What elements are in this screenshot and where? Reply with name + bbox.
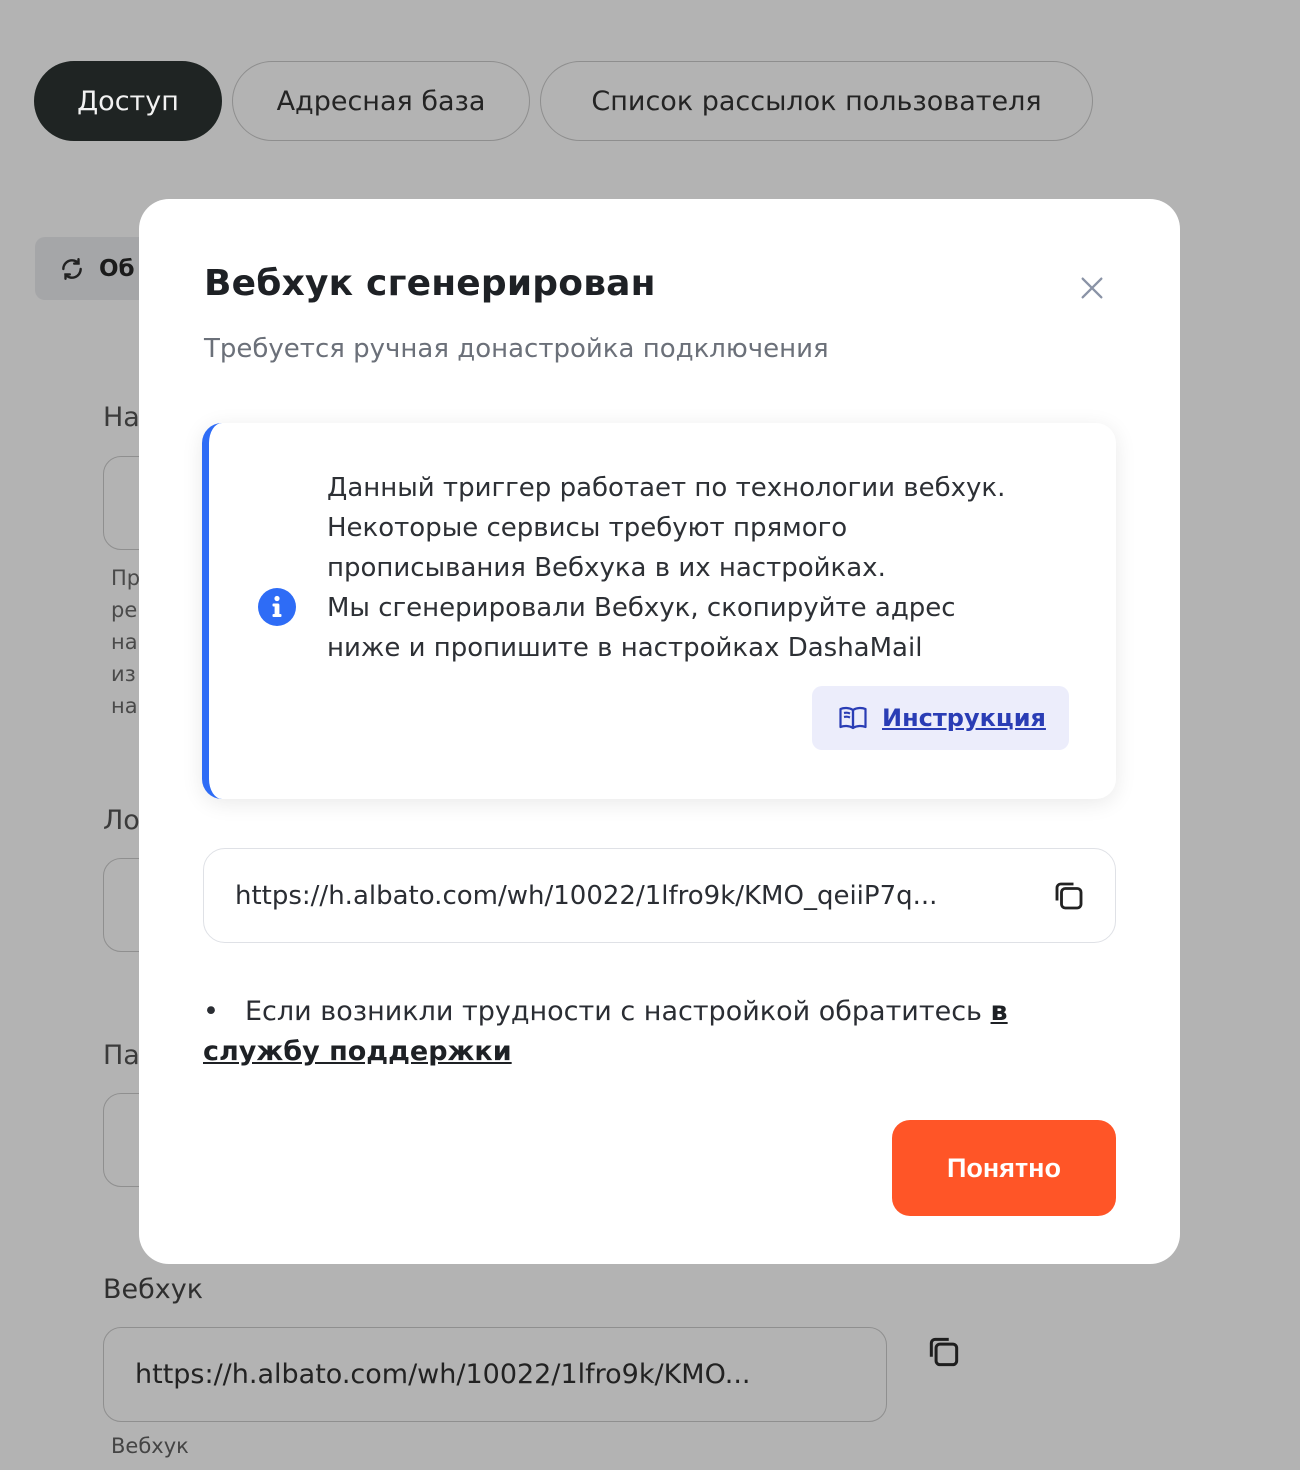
- copy-icon[interactable]: [925, 1333, 963, 1375]
- info-line: ниже и пропишите в настройках DashaMail: [327, 633, 923, 663]
- close-icon: [1081, 277, 1103, 299]
- webhook-generated-dialog: Вебхук сгенерирован Требуется ручная дон…: [139, 199, 1180, 1264]
- tab-bar: Доступ Адресная база Список рассылок пол…: [34, 61, 1093, 141]
- refresh-button-label: Об: [99, 255, 135, 282]
- field-hint: Пр ре на из на: [111, 562, 140, 722]
- hint-line: на: [111, 694, 138, 718]
- info-line: Некоторые сервисы требуют прямого: [327, 513, 848, 543]
- info-line: Мы сгенерировали Вебхук, скопируйте адре…: [327, 593, 956, 623]
- instruction-link[interactable]: Инструкция: [882, 704, 1046, 732]
- support-note: • Если возникли трудности с настройкой об…: [203, 992, 1073, 1072]
- bullet: •: [203, 996, 219, 1027]
- info-callout: Данный триггер работает по технологии ве…: [202, 423, 1116, 799]
- instruction-button[interactable]: Инструкция: [812, 686, 1069, 750]
- tab-user-mailing-lists[interactable]: Список рассылок пользователя: [540, 61, 1093, 141]
- webhook-field-label: Вебхук: [103, 1274, 204, 1305]
- dialog-title: Вебхук сгенерирован: [204, 263, 656, 304]
- webhook-input[interactable]: https://h.albato.com/wh/10022/1lfro9k/KM…: [103, 1327, 887, 1422]
- info-line: прописывания Вебхука в их настройках.: [327, 553, 886, 583]
- support-text: Если возникли трудности с настройкой обр…: [245, 996, 991, 1027]
- copy-icon[interactable]: [1051, 878, 1087, 918]
- info-line: Данный триггер работает по технологии ве…: [327, 473, 1006, 503]
- field-label-login: Ло: [103, 805, 140, 836]
- hint-line: ре: [111, 598, 138, 622]
- field-label-password: Па: [103, 1040, 140, 1071]
- tab-address-base[interactable]: Адресная база: [232, 61, 530, 141]
- webhook-url-field[interactable]: https://h.albato.com/wh/10022/1lfro9k/KM…: [203, 848, 1116, 943]
- close-button[interactable]: [1074, 270, 1110, 306]
- info-icon: [258, 588, 296, 626]
- hint-line: из: [111, 662, 136, 686]
- dialog-subtitle: Требуется ручная донастройка подключения: [204, 334, 829, 364]
- hint-line: на: [111, 630, 138, 654]
- field-label-name: На: [103, 402, 140, 433]
- ok-button[interactable]: Понятно: [892, 1120, 1116, 1216]
- webhook-field-hint: Вебхук: [111, 1434, 189, 1458]
- info-text: Данный триггер работает по технологии ве…: [327, 468, 1067, 668]
- book-icon: [839, 706, 867, 730]
- refresh-icon: [62, 257, 82, 280]
- webhook-url-text[interactable]: https://h.albato.com/wh/10022/1lfro9k/KM…: [235, 881, 1005, 911]
- hint-line: Пр: [111, 566, 141, 590]
- tab-access[interactable]: Доступ: [34, 61, 222, 141]
